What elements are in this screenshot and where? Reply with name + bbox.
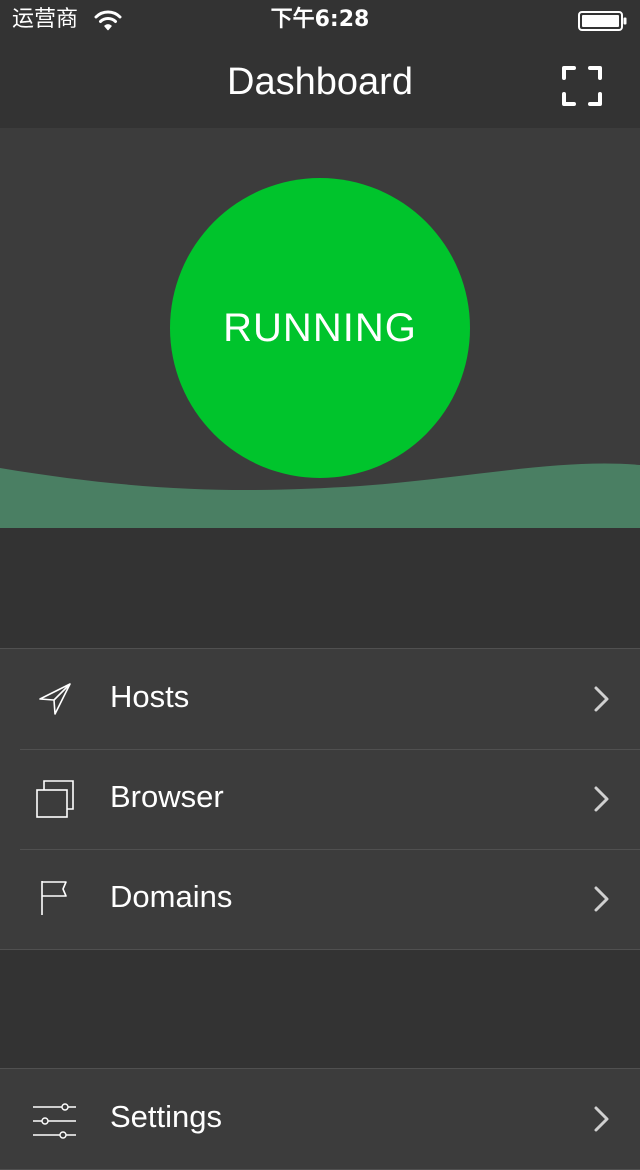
chevron-right-icon [594,786,609,812]
menu-item-domains[interactable]: Domains [0,849,640,949]
status-bar: 运营商 下午6:28 [0,0,640,40]
paper-plane-icon [39,683,71,715]
menu-label-settings: Settings [110,1099,223,1134]
status-panel: RUNNING [0,128,640,528]
main-menu: Hosts Browser Domains [0,648,640,950]
menu-label-domains: Domains [110,879,233,914]
flag-icon [41,881,67,915]
sliders-icon [33,1103,76,1139]
menu-item-hosts[interactable]: Hosts [0,649,640,749]
menu-item-settings[interactable]: Settings [0,1069,640,1169]
status-time: 下午6:28 [270,7,370,32]
menu-label-hosts: Hosts [110,679,190,714]
fullscreen-icon[interactable] [556,60,608,112]
menu-item-browser[interactable]: Browser [0,749,640,849]
chevron-right-icon [594,886,609,912]
status-label: RUNNING [223,306,417,350]
battery-icon [578,11,627,31]
status-button[interactable]: RUNNING [170,178,470,478]
page-title: Dashboard [227,61,413,103]
menu-label-browser: Browser [110,779,224,814]
chevron-right-icon [594,686,609,712]
navigation-bar: Dashboard [0,40,640,128]
settings-menu: Settings [0,1068,640,1170]
chevron-right-icon [594,1106,609,1132]
windows-icon [36,780,74,818]
